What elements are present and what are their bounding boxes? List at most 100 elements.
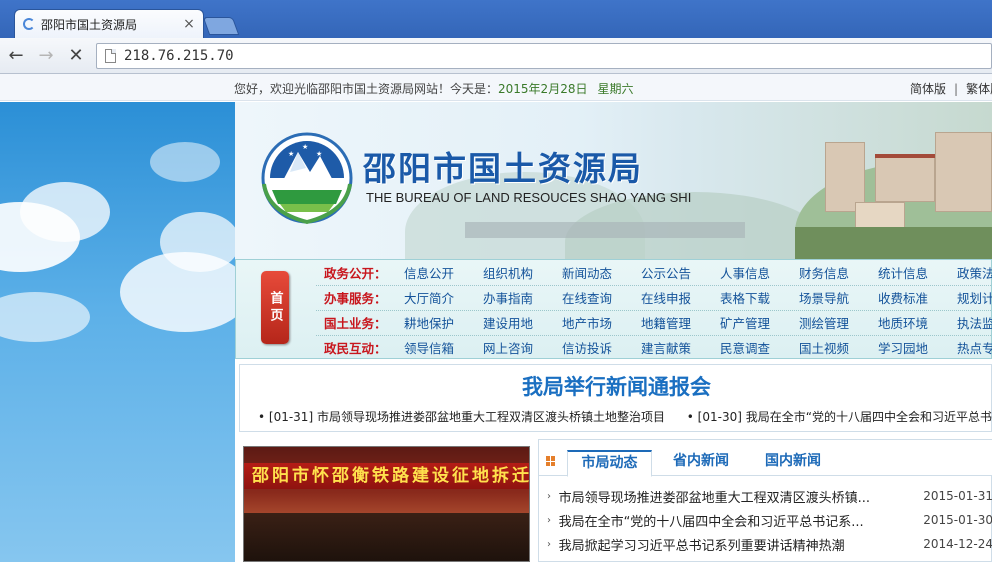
language-switch: 简体版 | 繁体版	[910, 80, 992, 97]
tab-close-icon[interactable]: ×	[181, 16, 197, 32]
arrow-right-icon: ›	[547, 514, 551, 526]
nav-link[interactable]: 领导信箱	[404, 338, 483, 357]
nav-link[interactable]: 办事指南	[483, 288, 562, 307]
web-page: 您好，欢迎光临邵阳市国土资源局网站！今天是：2015年2月28日 星期六 简体版 |…	[0, 74, 992, 562]
back-arrow-icon[interactable]: ←	[2, 42, 30, 70]
nav-link[interactable]: 信息公开	[404, 263, 483, 282]
nav-link[interactable]: 测绘管理	[799, 313, 878, 332]
nav-link[interactable]: 地质环境	[878, 313, 957, 332]
nav-link[interactable]: 收费标准	[878, 288, 957, 307]
nav-link[interactable]: 矿产管理	[720, 313, 799, 332]
nav-link[interactable]: 地籍管理	[641, 313, 720, 332]
svg-text:★: ★	[302, 143, 308, 151]
nav-row-land-business: 国土业务： 耕地保护 建设用地 地产市场 地籍管理 矿产管理 测绘管理 地质环境…	[324, 310, 992, 335]
nav-link[interactable]: 公示公告	[641, 263, 720, 282]
nav-link[interactable]: 建言献策	[641, 338, 720, 357]
nav-link[interactable]: 人事信息	[720, 263, 799, 282]
sky-background	[0, 102, 235, 562]
news-list: › 市局领导现场推进娄邵盆地重大工程双清区渡头桥镇... 2015-01-31 …	[547, 484, 992, 556]
tab-province-news[interactable]: 省内新闻	[661, 450, 741, 477]
news-item[interactable]: › 市局领导现场推进娄邵盆地重大工程双清区渡头桥镇... 2015-01-31	[547, 484, 992, 508]
nav-link[interactable]: 地产市场	[562, 313, 641, 332]
site-subtitle: THE BUREAU OF LAND RESOUCES SHAO YANG SH…	[366, 190, 692, 205]
tab-national-news[interactable]: 国内新闻	[753, 450, 833, 477]
nav-link[interactable]: 政策法规	[957, 263, 992, 282]
current-weekday: 星期六	[597, 82, 634, 96]
news-title[interactable]: 我局在全市“党的十八届四中全会和习近平总书记系...	[559, 511, 914, 530]
svg-text:★: ★	[288, 150, 294, 158]
nav-link[interactable]: 在线查询	[562, 288, 641, 307]
traditional-chinese-link[interactable]: 繁体版	[966, 82, 992, 96]
nav-category: 办事服务：	[324, 291, 387, 306]
bureau-emblem-icon: ★ ★ ★	[261, 132, 353, 224]
browser-toolbar: ← → ✕ 218.76.215.70	[0, 38, 992, 74]
news-tabs: 市局动态 省内新闻 国内新闻	[539, 440, 992, 477]
nav-category: 政务公开：	[324, 266, 387, 281]
nav-link[interactable]: 网上咨询	[483, 338, 562, 357]
news-item[interactable]: › 我局在全市“党的十八届四中全会和习近平总书记系... 2015-01-30	[547, 508, 992, 532]
nav-link[interactable]: 规划计划	[957, 288, 992, 307]
nav-link[interactable]: 民意调查	[720, 338, 799, 357]
ticker-item[interactable]: • [01-31] 市局领导现场推进娄邵盆地重大工程双清区渡头桥镇土地整治项目	[258, 410, 665, 424]
site-title: 邵阳市国土资源局	[363, 149, 643, 188]
nav-link[interactable]: 大厅简介	[404, 288, 483, 307]
news-date: 2015-01-31	[923, 489, 992, 503]
tab-title: 邵阳市国土资源局	[41, 17, 138, 32]
headline-title[interactable]: 我局举行新闻通报会	[240, 371, 992, 401]
browser-tab-strip: 邵阳市国土资源局 ×	[0, 0, 992, 38]
url-text[interactable]: 218.76.215.70	[124, 48, 234, 64]
welcome-text: 您好，欢迎光临邵阳市国土资源局网站！今天是：	[234, 82, 499, 96]
news-panel: 市局动态 省内新闻 国内新闻 › 市局领导现场推进娄邵盆地重大工程双清区渡头桥镇…	[538, 439, 992, 562]
browser-tab[interactable]: 邵阳市国土资源局 ×	[14, 9, 204, 38]
nav-link[interactable]: 统计信息	[878, 263, 957, 282]
page-icon	[105, 49, 116, 63]
home-button[interactable]: 首页	[261, 271, 289, 344]
tab-city-news[interactable]: 市局动态	[567, 450, 652, 477]
news-item[interactable]: › 我局掀起学习习近平总书记系列重要讲话精神热潮 2014-12-24	[547, 532, 992, 556]
nav-link[interactable]: 组织机构	[483, 263, 562, 282]
photo-banner-text: 邵阳市怀邵衡铁路建设征地拆迁动员大会	[244, 463, 529, 489]
nav-link[interactable]: 场景导航	[799, 288, 878, 307]
new-tab-button[interactable]	[202, 17, 240, 35]
svg-text:★: ★	[316, 150, 322, 158]
nav-link[interactable]: 国土视频	[799, 338, 878, 357]
headline-box: 我局举行新闻通报会 • [01-31] 市局领导现场推进娄邵盆地重大工程双清区渡…	[239, 364, 992, 432]
site-banner: ★ ★ ★ 邵阳市国土资源局 THE BUREAU OF LAND RESOUC…	[235, 102, 992, 259]
nav-link[interactable]: 建设用地	[483, 313, 562, 332]
simplified-chinese-link[interactable]: 简体版	[910, 82, 946, 96]
nav-link[interactable]: 信访投诉	[562, 338, 641, 357]
news-ticker: • [01-31] 市局领导现场推进娄邵盆地重大工程双清区渡头桥镇土地整治项目 …	[258, 408, 992, 425]
nav-link[interactable]: 表格下载	[720, 288, 799, 307]
arrow-right-icon: ›	[547, 538, 551, 550]
arrow-right-icon: ›	[547, 490, 551, 502]
lang-separator: |	[954, 82, 959, 96]
ticker-item[interactable]: • [01-30] 我局在全市“党的十八届四中全会和习近平总书记系列重要讲话精神…	[687, 410, 992, 424]
news-date: 2014-12-24	[923, 537, 992, 551]
nav-link[interactable]: 学习园地	[878, 338, 957, 357]
nav-link[interactable]: 热点专题	[957, 338, 992, 357]
loading-spinner-icon	[23, 18, 35, 30]
nav-row-services: 办事服务： 大厅简介 办事指南 在线查询 在线申报 表格下载 场景导航 收费标准…	[324, 285, 992, 310]
current-date: 2015年2月28日	[498, 82, 588, 96]
stop-loading-icon[interactable]: ✕	[62, 42, 90, 70]
nav-link[interactable]: 在线申报	[641, 288, 720, 307]
news-photo[interactable]: 邵阳市怀邵衡铁路建设征地拆迁动员大会	[243, 446, 530, 562]
welcome-bar: 您好，欢迎光临邵阳市国土资源局网站！今天是：2015年2月28日 星期六 简体版 |…	[0, 74, 992, 101]
grid-icon	[546, 456, 556, 466]
nav-link[interactable]: 执法监察	[957, 313, 992, 332]
news-date: 2015-01-30	[923, 513, 992, 527]
address-bar[interactable]: 218.76.215.70	[96, 43, 992, 69]
news-title[interactable]: 我局掀起学习习近平总书记系列重要讲话精神热潮	[559, 535, 914, 554]
photo-audience	[244, 513, 529, 561]
main-navigation: 首页 政务公开： 信息公开 组织机构 新闻动态 公示公告 人事信息 财务信息 统…	[235, 259, 992, 359]
welcome-message: 您好，欢迎光临邵阳市国土资源局网站！今天是：2015年2月28日 星期六	[234, 80, 633, 97]
nav-link[interactable]: 新闻动态	[562, 263, 641, 282]
news-title[interactable]: 市局领导现场推进娄邵盆地重大工程双清区渡头桥镇...	[559, 487, 914, 506]
nav-row-government-affairs: 政务公开： 信息公开 组织机构 新闻动态 公示公告 人事信息 财务信息 统计信息…	[324, 260, 992, 285]
nav-category: 国土业务：	[324, 316, 387, 331]
nav-row-public-interaction: 政民互动： 领导信箱 网上咨询 信访投诉 建言献策 民意调查 国土视频 学习园地…	[324, 335, 992, 360]
forward-arrow-icon[interactable]: →	[32, 42, 60, 70]
nav-link[interactable]: 耕地保护	[404, 313, 483, 332]
nav-link[interactable]: 财务信息	[799, 263, 878, 282]
nav-category: 政民互动：	[324, 341, 387, 356]
